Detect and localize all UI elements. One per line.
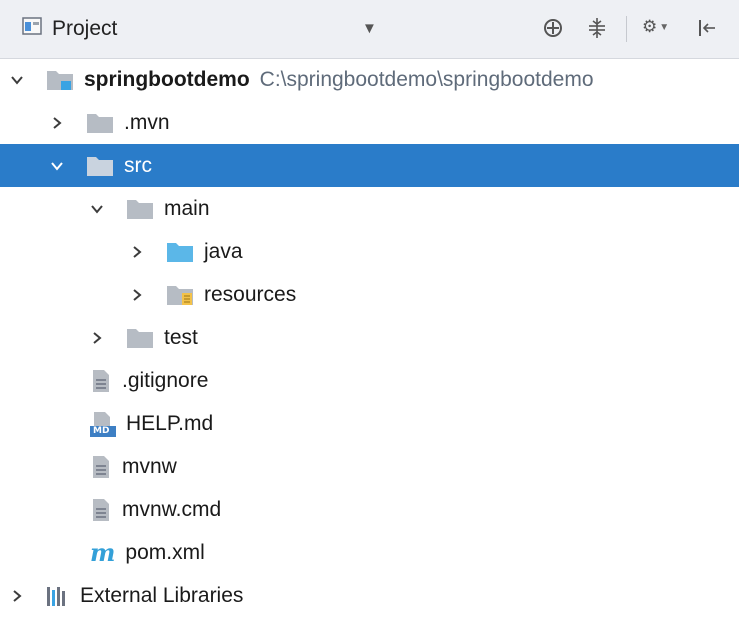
chevron-right-icon[interactable] <box>128 243 146 261</box>
file-name: .gitignore <box>122 368 209 392</box>
tree-node-src[interactable]: src <box>0 144 739 187</box>
hide-panel-icon <box>696 17 718 44</box>
file-name: pom.xml <box>125 540 205 564</box>
module-folder-icon <box>46 69 74 91</box>
folder-icon <box>86 112 114 134</box>
markdown-file-icon: MD <box>90 411 116 437</box>
libraries-icon <box>46 585 70 607</box>
settings-button[interactable]: ⚙ ▼ <box>642 17 669 37</box>
project-view-selector[interactable]: Project <box>22 14 117 44</box>
folder-name: .mvn <box>124 110 170 134</box>
folder-name: main <box>164 196 210 220</box>
hide-panel-button[interactable] <box>696 17 718 44</box>
project-view-icon <box>22 17 42 41</box>
settings-gear-icon: ⚙ <box>642 17 658 36</box>
file-name: mvnw.cmd <box>122 497 222 521</box>
chevron-down-icon[interactable] <box>88 200 106 218</box>
tree-node-mvn[interactable]: .mvn <box>0 101 739 144</box>
module-name: springbootdemo <box>84 67 250 91</box>
locate-target-button[interactable] <box>542 17 564 44</box>
chevron-right-icon[interactable] <box>48 114 66 132</box>
tree-node-external-libraries[interactable]: External Libraries <box>0 574 739 617</box>
file-name: mvnw <box>122 454 177 478</box>
tree-node-help-md[interactable]: MD HELP.md <box>0 402 739 445</box>
project-view-label: Project <box>52 17 118 40</box>
triangle-down-icon: ▼ <box>362 20 377 37</box>
source-folder-icon <box>166 241 194 263</box>
tree-node-mvnw[interactable]: mvnw <box>0 445 739 488</box>
chevron-right-icon[interactable] <box>128 286 146 304</box>
folder-name: src <box>124 153 152 177</box>
maven-icon: m <box>90 537 116 567</box>
text-file-icon <box>90 498 112 522</box>
chevron-down-icon[interactable] <box>8 71 26 89</box>
folder-icon <box>126 327 154 349</box>
project-tree: springbootdemo C:\springbootdemo\springb… <box>0 58 739 617</box>
tree-node-mvnw-cmd[interactable]: mvnw.cmd <box>0 488 739 531</box>
tree-node-resources[interactable]: resources <box>0 273 739 316</box>
folder-icon <box>86 155 114 177</box>
collapse-all-button[interactable] <box>586 17 608 44</box>
tree-node-test[interactable]: test <box>0 316 739 359</box>
folder-name: java <box>204 239 243 263</box>
resources-folder-icon <box>166 284 194 306</box>
module-path: C:\springbootdemo\springbootdemo <box>259 67 594 91</box>
markdown-badge: MD <box>93 425 110 436</box>
chevron-right-icon[interactable] <box>88 329 106 347</box>
toolbar-separator <box>626 16 627 42</box>
tree-node-main[interactable]: main <box>0 187 739 230</box>
text-file-icon <box>90 455 112 479</box>
tree-node-pom-xml[interactable]: m pom.xml <box>0 531 739 574</box>
tree-node-root-module[interactable]: springbootdemo C:\springbootdemo\springb… <box>0 58 739 101</box>
project-toolbar: Project ▼ ⚙ ▼ <box>0 0 739 59</box>
text-file-icon <box>90 369 112 393</box>
chevron-down-icon[interactable] <box>48 157 66 175</box>
file-name: HELP.md <box>126 411 214 435</box>
tree-node-java[interactable]: java <box>0 230 739 273</box>
locate-target-icon <box>542 17 564 44</box>
tree-node-gitignore[interactable]: .gitignore <box>0 359 739 402</box>
folder-icon <box>126 198 154 220</box>
folder-name: resources <box>204 282 297 306</box>
collapse-all-icon <box>586 17 608 44</box>
folder-name: test <box>164 325 198 349</box>
external-libraries-label: External Libraries <box>80 583 244 607</box>
chevron-right-icon[interactable] <box>8 587 26 605</box>
view-dropdown-button[interactable]: ▼ <box>362 20 377 37</box>
chevron-down-icon: ▼ <box>659 21 670 33</box>
